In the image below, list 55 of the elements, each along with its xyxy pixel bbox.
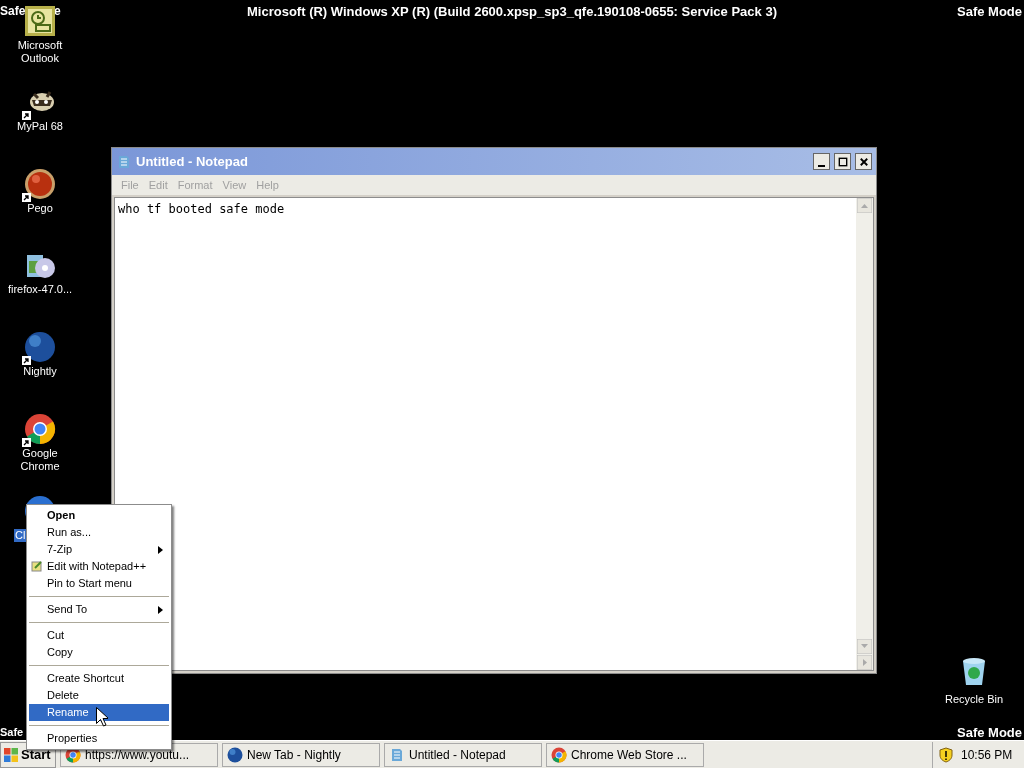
safe-mode-label: Safe	[0, 725, 24, 740]
shortcut-arrow-icon	[22, 356, 31, 365]
taskbar-button[interactable]: Chrome Web Store ...	[546, 742, 704, 767]
menu-item[interactable]: 7-Zip	[29, 541, 169, 558]
security-shield-icon[interactable]	[939, 746, 953, 763]
globe-icon[interactable]	[24, 331, 56, 363]
chrome-icon	[551, 746, 567, 763]
close-icon	[857, 155, 870, 168]
maximize-button[interactable]	[834, 153, 851, 170]
safe-mode-label: Safe Mode	[957, 724, 1022, 742]
globe-icon	[227, 746, 243, 763]
menu-item[interactable]: Pin to Start menu	[29, 575, 169, 592]
icon-label[interactable]: Nightly	[22, 365, 58, 378]
submenu-arrow-icon	[158, 546, 163, 554]
notepad-icon	[389, 746, 405, 763]
menu-item[interactable]: Create Shortcut	[29, 670, 169, 687]
mouse-pointer-icon	[96, 707, 108, 727]
clock: 10:56 PM	[961, 746, 1013, 764]
icon-label[interactable]: Microsoft Outlook	[8, 39, 72, 65]
maximize-icon	[836, 155, 849, 168]
taskbar-button[interactable]: Untitled - Notepad	[384, 742, 542, 767]
document-text: who tf booted safe mode	[118, 201, 285, 218]
icon-label[interactable]: Recycle Bin	[944, 691, 1004, 708]
safe-mode-label: Safe Mode	[957, 3, 1022, 21]
banner-text: Microsoft (R) Windows XP (R) (Build 2600.xpsp_sp3_qfe.190108-0655: Service Pack 3)	[247, 3, 777, 21]
menu-item[interactable]: Open	[29, 507, 169, 524]
menu-item[interactable]: Edit with Notepad++	[29, 558, 169, 575]
shortcut-arrow-icon	[22, 193, 31, 202]
menu-item[interactable]: Send To	[29, 601, 169, 618]
icon-label[interactable]: Google Chrome	[1, 447, 79, 473]
minimize-icon	[818, 164, 825, 167]
safe-mode-label: Safe	[0, 3, 26, 20]
shortcut-arrow-icon	[22, 438, 31, 447]
clock-envelope-icon[interactable]	[24, 5, 56, 37]
taskbar-button[interactable]: New Tab - Nightly	[222, 742, 380, 767]
minimize-button[interactable]	[813, 153, 830, 170]
menu-item[interactable]: Run as...	[29, 524, 169, 541]
close-button[interactable]	[855, 153, 872, 170]
menu-item[interactable]: Rename	[29, 704, 169, 721]
windows-logo-icon	[4, 747, 18, 762]
icon-label[interactable]: MyPal 68	[16, 120, 64, 133]
menu-item[interactable]: Delete	[29, 687, 169, 704]
safe-mode-label: e	[54, 3, 61, 20]
window-title: Untitled - Notepad	[136, 152, 249, 171]
icon-label[interactable]: Pego	[26, 202, 54, 215]
ball-icon[interactable]	[24, 168, 56, 200]
menu-item[interactable]: Cut	[29, 627, 169, 644]
submenu-arrow-icon	[158, 606, 163, 614]
notepad-icon	[116, 153, 132, 170]
icon-label[interactable]: firefox-47.0...	[6, 283, 74, 296]
chrome-icon[interactable]	[24, 413, 56, 445]
shortcut-arrow-icon	[22, 111, 31, 120]
notepad-icon	[31, 560, 43, 572]
menu-item[interactable]: Copy	[29, 644, 169, 661]
icon-label[interactable]: Cl	[14, 529, 27, 542]
